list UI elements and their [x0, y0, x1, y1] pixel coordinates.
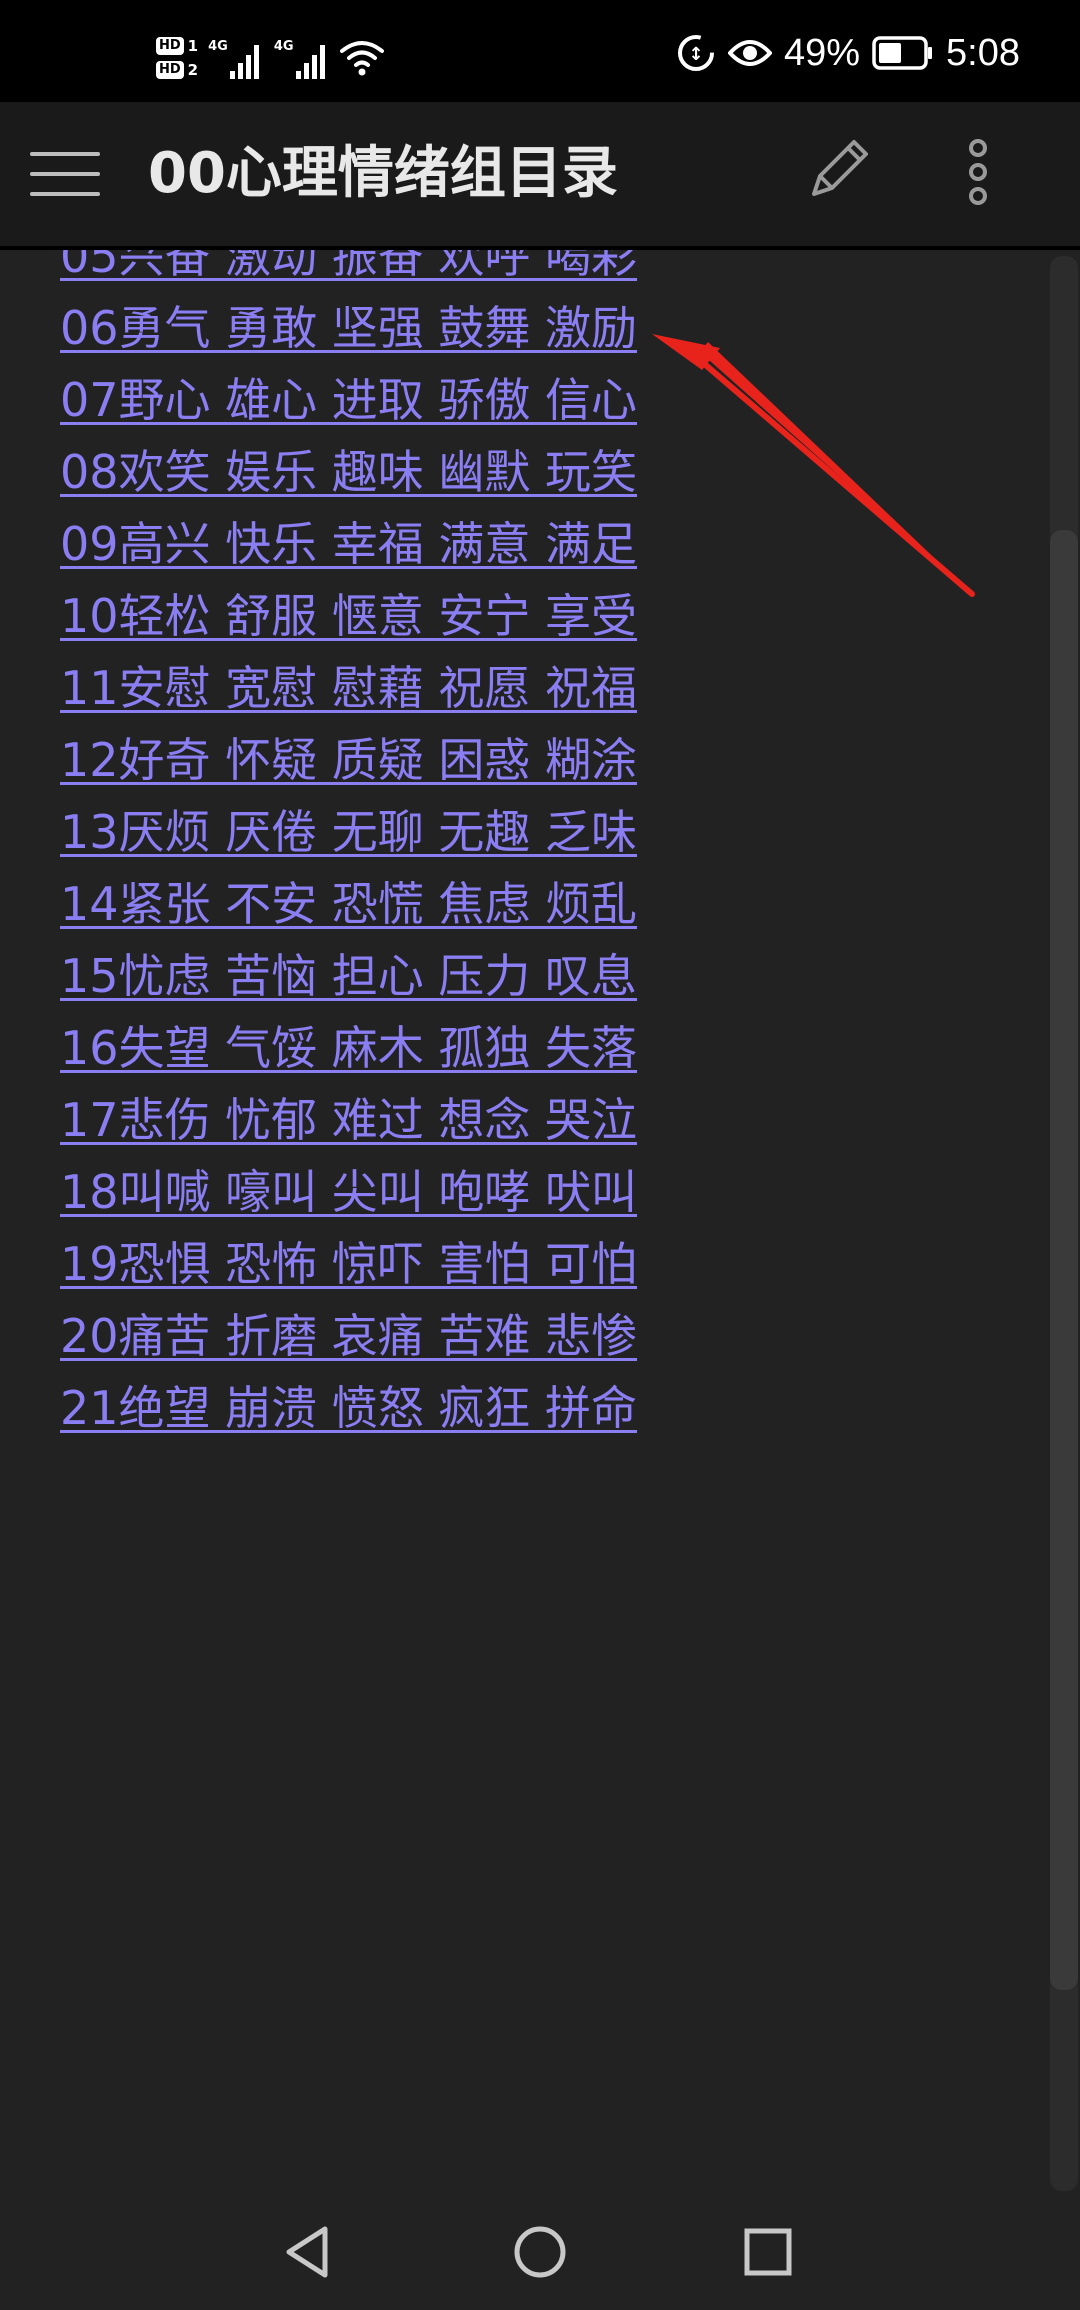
list-item[interactable]: 11安慰 宽慰 慰藉 祝愿 祝福	[60, 652, 637, 724]
network-type-label: 4G	[208, 39, 228, 54]
list-item[interactable]: 16失望 气馁 麻木 孤独 失落	[60, 1012, 637, 1084]
entry-link[interactable]: 16失望 气馁 麻木 孤独 失落	[60, 1021, 637, 1075]
battery-percent: 49%	[783, 31, 861, 74]
list-item[interactable]: 21绝望 崩溃 愤怒 疯狂 拼命	[60, 1372, 637, 1444]
clock: 5:08	[946, 31, 1020, 74]
list-item[interactable]: 15忧虑 苦恼 担心 压力 叹息	[60, 940, 637, 1012]
entry-link[interactable]: 08欢笑 娱乐 趣味 幽默 玩笑	[60, 445, 637, 499]
entry-link[interactable]: 05兴奋 激动 振奋 欢呼 喝彩	[60, 250, 637, 283]
content-area: 05兴奋 激动 振奋 欢呼 喝彩 06勇气 勇敢 坚强 鼓舞 激励 07野心 雄…	[0, 250, 1040, 2250]
list-item[interactable]: 14紧张 不安 恐慌 焦虑 烦乱	[60, 868, 637, 940]
list-item[interactable]: 09高兴 快乐 幸福 满意 满足	[60, 508, 637, 580]
entry-link[interactable]: 09高兴 快乐 幸福 满意 满足	[60, 517, 637, 571]
entry-link[interactable]: 07野心 雄心 进取 骄傲 信心	[60, 373, 637, 427]
entry-link[interactable]: 13厌烦 厌倦 无聊 无趣 乏味	[60, 805, 637, 859]
entry-link[interactable]: 15忧虑 苦恼 担心 压力 叹息	[60, 949, 637, 1003]
data-saver-icon: ↕	[677, 35, 714, 71]
entry-link[interactable]: 12好奇 怀疑 质疑 困惑 糊涂	[60, 733, 637, 787]
list-item[interactable]: 12好奇 怀疑 质疑 困惑 糊涂	[60, 724, 637, 796]
list-item[interactable]: 10轻松 舒服 惬意 安宁 享受	[60, 580, 637, 652]
entry-link[interactable]: 11安慰 宽慰 慰藉 祝愿 祝福	[60, 661, 637, 715]
entry-link[interactable]: 06勇气 勇敢 坚强 鼓舞 激励	[60, 301, 637, 355]
scrollbar-thumb[interactable]	[1050, 530, 1078, 1990]
system-indicators: ↕ 49% 5:08	[676, 30, 1020, 76]
navigation-bar	[0, 2195, 1080, 2310]
home-icon[interactable]	[505, 2217, 575, 2287]
list-item[interactable]: 18叫喊 嚎叫 尖叫 咆哮 吠叫	[60, 1156, 637, 1228]
page-title: 00心理情绪组目录	[148, 141, 618, 206]
list-item[interactable]: 07野心 雄心 进取 骄傲 信心	[60, 364, 637, 436]
entry-list: 05兴奋 激动 振奋 欢呼 喝彩 06勇气 勇敢 坚强 鼓舞 激励 07野心 雄…	[60, 250, 637, 1444]
network-type-label: 4G	[273, 39, 294, 54]
list-item[interactable]: 13厌烦 厌倦 无聊 无趣 乏味	[60, 796, 637, 868]
network-indicators: HD 1 HD 2 4G 4G	[156, 28, 384, 88]
list-item[interactable]: 19恐惧 恐怖 惊吓 害怕 可怕	[60, 1228, 637, 1300]
list-item[interactable]: 08欢笑 娱乐 趣味 幽默 玩笑	[60, 436, 637, 508]
list-item[interactable]: 06勇气 勇敢 坚强 鼓舞 激励	[60, 292, 637, 364]
back-icon[interactable]	[273, 2217, 343, 2287]
entry-link[interactable]: 18叫喊 嚎叫 尖叫 咆哮 吠叫	[60, 1165, 637, 1219]
pencil-icon[interactable]	[800, 132, 876, 208]
battery-icon	[872, 36, 933, 70]
list-item[interactable]: 05兴奋 激动 振奋 欢呼 喝彩	[60, 250, 637, 292]
list-item[interactable]: 20痛苦 折磨 哀痛 苦难 悲惨	[60, 1300, 637, 1372]
eye-icon	[727, 40, 772, 66]
recents-icon[interactable]	[733, 2217, 803, 2287]
list-item[interactable]: 17悲伤 忧郁 难过 想念 哭泣	[60, 1084, 637, 1156]
app-toolbar: 00心理情绪组目录	[0, 102, 1080, 250]
menu-icon[interactable]	[30, 144, 100, 204]
signal-icon: 4G	[208, 37, 264, 79]
entry-link[interactable]: 14紧张 不安 恐慌 焦虑 烦乱	[60, 877, 637, 931]
signal-icon: 4G	[274, 37, 330, 79]
entry-link[interactable]: 17悲伤 忧郁 难过 想念 哭泣	[60, 1093, 637, 1147]
wifi-icon	[339, 41, 384, 76]
svg-text:↕: ↕	[688, 44, 703, 65]
entry-link[interactable]: 19恐惧 恐怖 惊吓 害怕 可怕	[60, 1237, 637, 1291]
more-vert-icon[interactable]	[958, 132, 998, 212]
entry-link[interactable]: 10轻松 舒服 惬意 安宁 享受	[60, 589, 637, 643]
status-bar: HD 1 HD 2 4G 4G ↕ 49% 5:08	[0, 0, 1080, 102]
hd-icon: HD 1 HD 2	[156, 36, 198, 80]
entry-link[interactable]: 21绝望 崩溃 愤怒 疯狂 拼命	[60, 1381, 637, 1435]
app-screen: HD 1 HD 2 4G 4G ↕ 49% 5:08 00心理情绪组目录 05兴…	[0, 0, 1080, 2310]
entry-link[interactable]: 20痛苦 折磨 哀痛 苦难 悲惨	[60, 1309, 637, 1363]
